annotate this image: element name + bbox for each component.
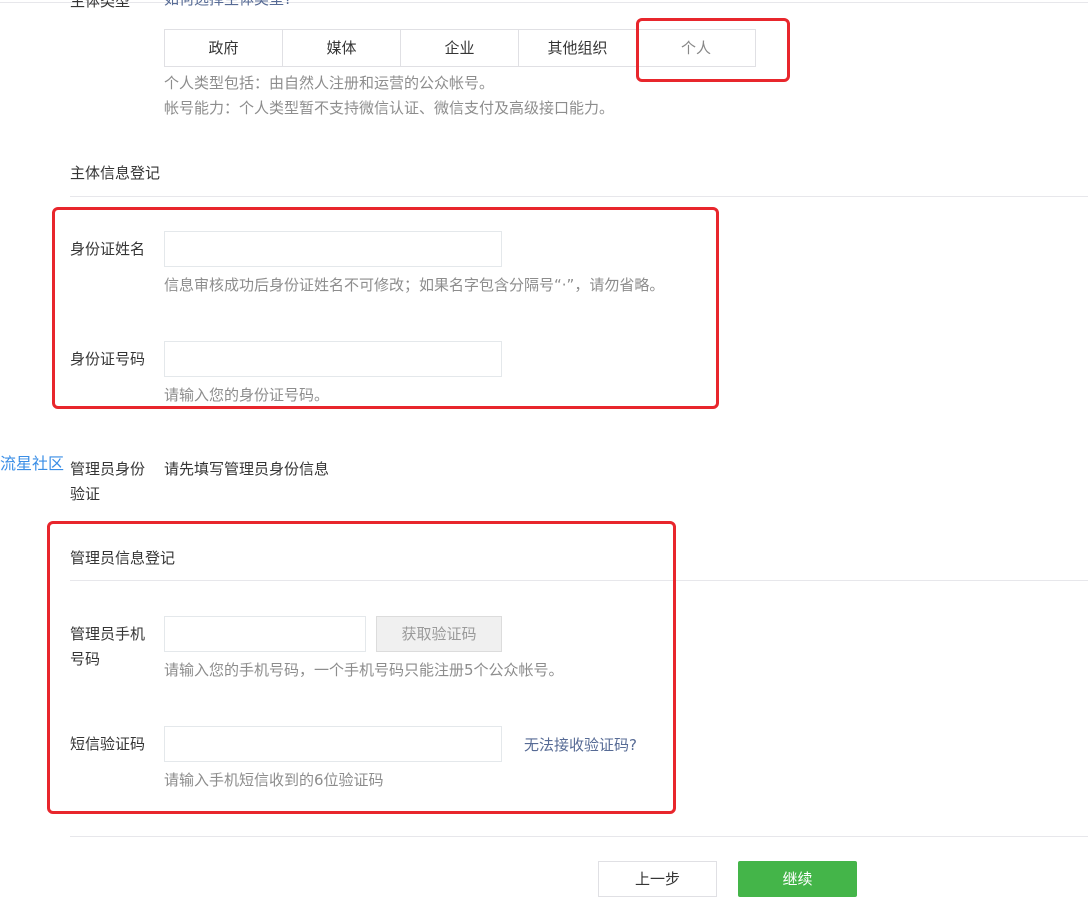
admin-verify-text: 请先填写管理员身份信息	[164, 460, 330, 478]
subject-info-divider	[70, 196, 1088, 197]
entity-type-hint-1: 个人类型包括：由自然人注册和运营的公众帐号。	[164, 74, 495, 92]
annotation-box-individual	[636, 18, 790, 82]
continue-button[interactable]: 继续	[738, 861, 857, 897]
admin-verify-label-line2: 验证	[70, 485, 101, 503]
prev-step-button[interactable]: 上一步	[598, 861, 717, 897]
entity-type-enterprise[interactable]: 企业	[401, 30, 519, 66]
entity-type-media[interactable]: 媒体	[283, 30, 401, 66]
admin-verify-label-line1: 管理员身份	[70, 460, 146, 478]
subject-info-title: 主体信息登记	[70, 164, 161, 182]
entity-type-government[interactable]: 政府	[165, 30, 283, 66]
annotation-box-admin-info	[47, 521, 676, 814]
entity-type-other-org[interactable]: 其他组织	[519, 30, 637, 66]
entity-type-label: 主体类型	[70, 0, 131, 10]
entity-type-hint-2: 帐号能力：个人类型暂不支持微信认证、微信支付及高级接口能力。	[164, 99, 615, 117]
entity-type-help-link[interactable]: 如何选择主体类型?	[164, 0, 292, 9]
footer-divider	[70, 836, 1088, 837]
annotation-box-id-info	[52, 207, 719, 409]
watermark-text: 流星社区	[0, 454, 65, 473]
